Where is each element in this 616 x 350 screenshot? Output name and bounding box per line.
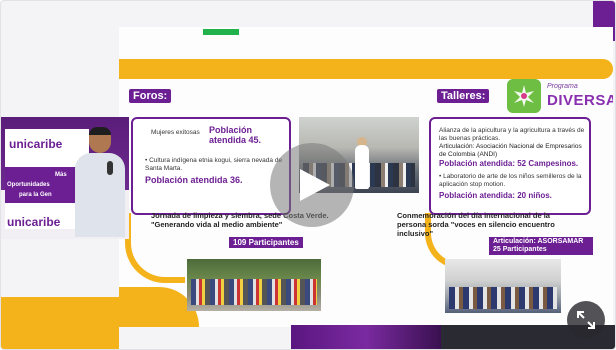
unicaribe-logo-bottom: unicaribe — [7, 215, 61, 229]
speaker-person — [73, 127, 127, 237]
foros-item1-population: Población atendida 45. — [209, 125, 262, 145]
conmemoracion-participants: Articulación: ASORSAMAR 25 Participantes — [489, 237, 593, 255]
foros-item2: • Cultura indígena etnia kogui, sierra n… — [145, 157, 283, 172]
unicaribe-logo-top: unicaribe — [9, 137, 63, 151]
foros-item1: Mujeres exitosas — [151, 129, 200, 136]
expand-icon — [577, 311, 595, 329]
talleres-item2: • Laboratorio de arte de los niños semil… — [439, 173, 582, 188]
banner-line3: para la Gen — [19, 192, 52, 198]
foros-box: Mujeres exitosas Población atendida 45. … — [131, 117, 291, 215]
program-name: DIVERSA — [547, 92, 613, 109]
talleres-box: Alianza de la apicultura y la agricultur… — [429, 117, 591, 215]
slide-header-bar — [119, 59, 613, 79]
fullscreen-button[interactable] — [567, 301, 605, 339]
conmemoracion-photo — [445, 259, 561, 313]
talleres-item1-population: Población atendida: 52 Campesinos. — [439, 159, 579, 168]
banner-line2: Oportunidades — [7, 182, 50, 188]
talleres-tag: Talleres: — [437, 89, 490, 103]
talleres-item1-articulation: Articulación: Asociación Nacional de Emp… — [439, 143, 582, 158]
talleres-item1: Alianza de la apicultura y la agricultur… — [439, 127, 585, 142]
jornada-photo — [187, 259, 321, 311]
play-button[interactable] — [270, 143, 354, 227]
play-icon — [300, 169, 330, 201]
foros-tag: Foros: — [129, 89, 172, 103]
foros-item2-population: Población atendida 36. — [145, 175, 243, 185]
bottom-strip — [291, 325, 441, 349]
banner-line1: Más — [55, 172, 67, 178]
jornada-participants: 109 Participantes — [229, 237, 303, 248]
diversa-leaf-icon — [507, 79, 541, 113]
corner-decoration-yellow — [1, 297, 119, 349]
conmemoracion-caption: Conmemoración del día internacional de l… — [397, 211, 555, 238]
talleres-item2-population: Población atendida: 20 niños. — [439, 191, 552, 200]
presentation-slide: Programa DIVERSA Mujeres exitosas Poblac… — [119, 27, 613, 327]
video-player[interactable]: Programa DIVERSA Mujeres exitosas Poblac… — [0, 0, 616, 350]
slide-accent-green — [203, 29, 239, 35]
program-label: Programa — [547, 83, 578, 90]
microphone-icon — [107, 161, 113, 175]
programa-diversa-logo: Programa DIVERSA — [507, 79, 613, 113]
